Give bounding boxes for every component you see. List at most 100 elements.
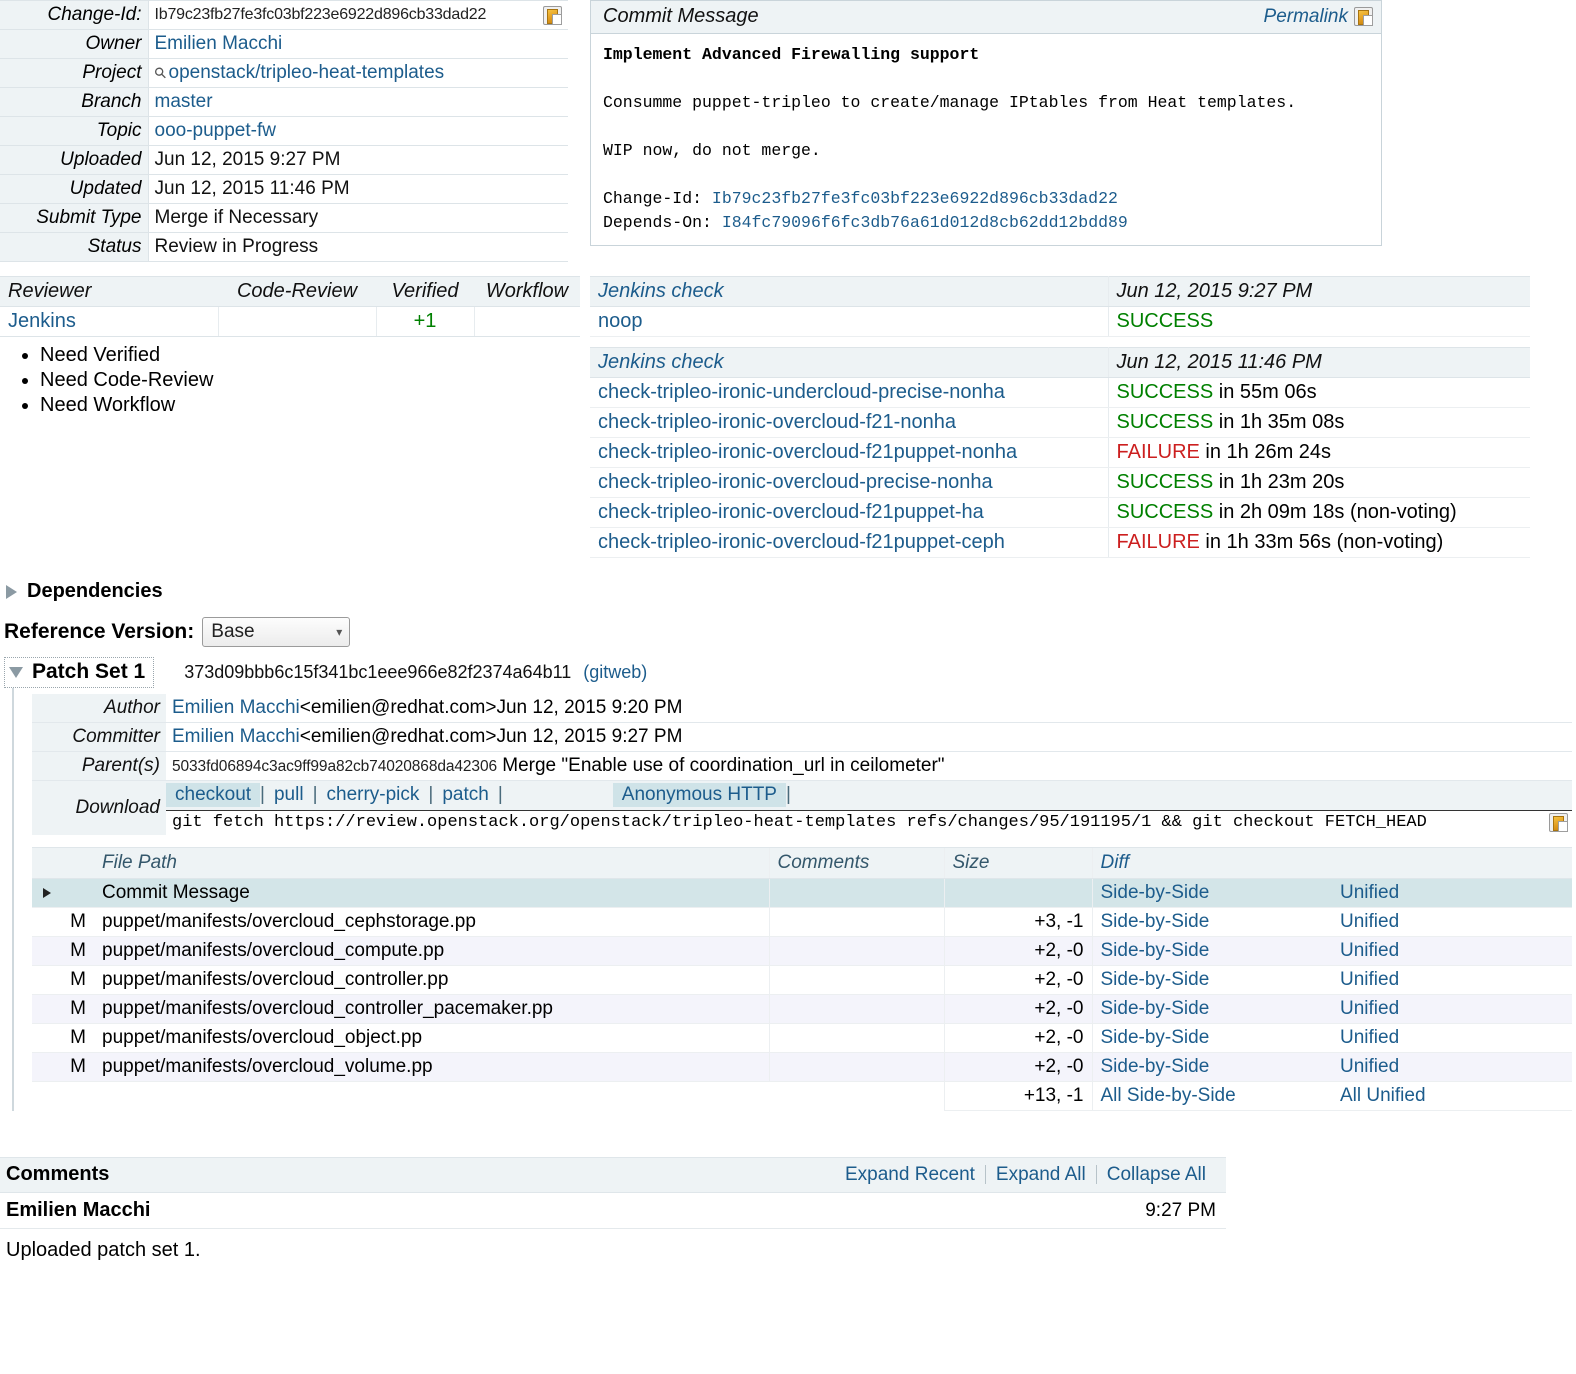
change-info-row-topic: Topic ooo-puppet-fw — [0, 117, 568, 146]
reviewer-link[interactable]: Jenkins — [8, 310, 76, 332]
copy-clipboard-icon[interactable] — [543, 6, 562, 25]
patch-set-title: Patch Set 1 — [32, 660, 145, 684]
download-command-text[interactable]: git fetch https://review.openstack.org/o… — [172, 813, 1427, 832]
patch-set-toggle[interactable]: Patch Set 1 — [4, 657, 154, 688]
download-cell: checkout | pull | cherry-pick | patch | … — [166, 781, 1572, 836]
jenkins-group-header: Jenkins check Jun 12, 2015 11:46 PM — [590, 348, 1530, 378]
dependencies-toggle[interactable]: Dependencies — [6, 580, 1576, 603]
jenkins-job-name-cell: check-tripleo-ironic-overcloud-f21puppet… — [590, 438, 1108, 468]
file-side-by-side-link[interactable]: Side-by-Side — [1092, 879, 1332, 908]
commit-depends-on-value[interactable]: I84fc79096f6fc3db76a61d012d8cb62dd12bdd8… — [722, 213, 1128, 232]
parent-sha: 5033fd06894c3ac9ff99a82cb74020868da42306 — [172, 758, 497, 775]
permalink-link[interactable]: Permalink — [1264, 6, 1348, 28]
comment-entry-header[interactable]: Emilien Macchi 9:27 PM — [0, 1193, 1226, 1229]
chevron-right-icon[interactable] — [43, 888, 51, 898]
table-row: check-tripleo-ironic-overcloud-f21-nonha… — [590, 408, 1530, 438]
topic-link[interactable]: ooo-puppet-fw — [155, 120, 276, 141]
jenkins-group-header: Jenkins check Jun 12, 2015 9:27 PM — [590, 277, 1530, 307]
file-side-by-side-link[interactable]: Side-by-Side — [1092, 937, 1332, 966]
file-path-cell[interactable]: puppet/manifests/overcloud_controller.pp — [94, 966, 769, 995]
copy-permalink-icon[interactable] — [1354, 7, 1373, 26]
chevron-down-icon[interactable] — [9, 667, 23, 678]
table-row[interactable]: Commit Message Side-by-Side Unified — [32, 879, 1572, 908]
file-unified-link[interactable]: Unified — [1332, 995, 1572, 1024]
file-path-cell[interactable]: puppet/manifests/overcloud_volume.pp — [94, 1053, 769, 1082]
file-comments-cell — [769, 908, 944, 937]
table-row: check-tripleo-ironic-overcloud-f21puppet… — [590, 438, 1530, 468]
chevron-right-icon[interactable] — [6, 585, 17, 599]
commit-change-id-value[interactable]: Ib79c23fb27fe3fc03bf223e6922d896cb33dad2… — [712, 189, 1118, 208]
file-path-cell[interactable]: puppet/manifests/overcloud_object.pp — [94, 1024, 769, 1053]
jenkins-job-duration: in 1h 23m 20s — [1213, 471, 1344, 493]
file-path-cell[interactable]: Commit Message — [94, 879, 769, 908]
patch-set-author-row: Author Emilien Macchi<emilien@redhat.com… — [32, 694, 1572, 723]
all-unified-link[interactable]: All Unified — [1332, 1082, 1572, 1111]
commit-message-header: Commit Message Permalink — [591, 1, 1381, 34]
file-comments-cell — [769, 937, 944, 966]
table-row[interactable]: M puppet/manifests/overcloud_object.pp +… — [32, 1024, 1572, 1053]
needs-list: Need Verified Need Code-Review Need Work… — [0, 343, 580, 418]
file-side-by-side-link[interactable]: Side-by-Side — [1092, 995, 1332, 1024]
file-unified-link[interactable]: Unified — [1332, 908, 1572, 937]
search-icon[interactable]: ⚲ — [150, 63, 171, 84]
owner-value-cell: Emilien Macchi — [148, 30, 568, 59]
file-unified-col-header — [1332, 848, 1572, 879]
table-row[interactable]: M puppet/manifests/overcloud_compute.pp … — [32, 937, 1572, 966]
table-row[interactable]: M puppet/manifests/overcloud_volume.pp +… — [32, 1053, 1572, 1082]
download-tab-pull[interactable]: pull — [265, 783, 313, 807]
commit-body-line-1: Consumme puppet-tripleo to create/manage… — [603, 93, 1296, 112]
expand-recent-link[interactable]: Expand Recent — [835, 1164, 985, 1186]
branch-link[interactable]: master — [155, 91, 213, 112]
expand-all-link[interactable]: Expand All — [986, 1164, 1096, 1186]
file-path-cell[interactable]: puppet/manifests/overcloud_compute.pp — [94, 937, 769, 966]
file-unified-link[interactable]: Unified — [1332, 966, 1572, 995]
all-side-by-side-link[interactable]: All Side-by-Side — [1092, 1082, 1332, 1111]
jenkins-job-link[interactable]: check-tripleo-ironic-overcloud-f21puppet… — [598, 531, 1005, 553]
file-unified-link[interactable]: Unified — [1332, 1024, 1572, 1053]
tab-separator: | — [498, 784, 503, 806]
collapse-all-link[interactable]: Collapse All — [1097, 1164, 1216, 1186]
file-unified-link[interactable]: Unified — [1332, 937, 1572, 966]
file-arrow-col-header — [32, 848, 62, 879]
file-mod-cell: M — [62, 966, 94, 995]
commit-message-body: Implement Advanced Firewalling support C… — [591, 34, 1381, 245]
table-row[interactable]: M puppet/manifests/overcloud_controller.… — [32, 966, 1572, 995]
file-side-by-side-link[interactable]: Side-by-Side — [1092, 1053, 1332, 1082]
author-name-link[interactable]: Emilien Macchi — [172, 697, 300, 718]
commit-change-id-label: Change-Id: — [603, 189, 712, 208]
jenkins-job-link[interactable]: check-tripleo-ironic-overcloud-f21puppet… — [598, 501, 984, 523]
reference-version-select[interactable]: Base ▾ — [202, 617, 350, 647]
download-tab-cherry-pick[interactable]: cherry-pick — [318, 783, 429, 807]
expand-arrow-cell[interactable] — [32, 879, 62, 908]
jenkins-job-link[interactable]: check-tripleo-ironic-overcloud-f21puppet… — [598, 441, 1017, 463]
file-mod-cell: M — [62, 1053, 94, 1082]
commit-subject: Implement Advanced Firewalling support — [603, 45, 979, 64]
patch-set-sha: 373d09bbb6c15f341bc1eee966e82f2374a64b11 — [184, 662, 571, 683]
jenkins-job-link[interactable]: check-tripleo-ironic-undercloud-precise-… — [598, 381, 1005, 403]
jenkins-job-link[interactable]: check-tripleo-ironic-overcloud-f21-nonha — [598, 411, 956, 433]
expand-arrow-cell — [32, 995, 62, 1024]
file-side-by-side-link[interactable]: Side-by-Side — [1092, 966, 1332, 995]
reference-version-row: Reference Version: Base ▾ — [4, 617, 1576, 647]
file-side-by-side-link[interactable]: Side-by-Side — [1092, 908, 1332, 937]
patch-set-detail-table: Author Emilien Macchi<emilien@redhat.com… — [32, 694, 1572, 835]
project-link[interactable]: openstack/tripleo-heat-templates — [169, 62, 445, 83]
jenkins-job-link[interactable]: check-tripleo-ironic-overcloud-precise-n… — [598, 471, 993, 493]
file-unified-link[interactable]: Unified — [1332, 879, 1572, 908]
download-tab-patch[interactable]: patch — [433, 783, 497, 807]
file-path-cell[interactable]: puppet/manifests/overcloud_cephstorage.p… — [94, 908, 769, 937]
committer-name-link[interactable]: Emilien Macchi — [172, 726, 300, 747]
file-unified-link[interactable]: Unified — [1332, 1053, 1572, 1082]
table-row[interactable]: M puppet/manifests/overcloud_cephstorage… — [32, 908, 1572, 937]
jenkins-job-duration: in 1h 26m 24s — [1200, 441, 1331, 463]
table-row[interactable]: M puppet/manifests/overcloud_controller_… — [32, 995, 1572, 1024]
file-path-cell[interactable]: puppet/manifests/overcloud_controller_pa… — [94, 995, 769, 1024]
file-side-by-side-link[interactable]: Side-by-Side — [1092, 1024, 1332, 1053]
gitweb-link[interactable]: (gitweb) — [583, 662, 647, 683]
download-tab-checkout[interactable]: checkout — [166, 783, 260, 807]
owner-link[interactable]: Emilien Macchi — [155, 33, 283, 54]
download-scheme-anonymous-http[interactable]: Anonymous HTTP — [613, 783, 786, 807]
copy-command-icon[interactable] — [1549, 813, 1568, 832]
jenkins-job-link[interactable]: noop — [598, 310, 643, 332]
file-size-cell: +3, -1 — [944, 908, 1092, 937]
